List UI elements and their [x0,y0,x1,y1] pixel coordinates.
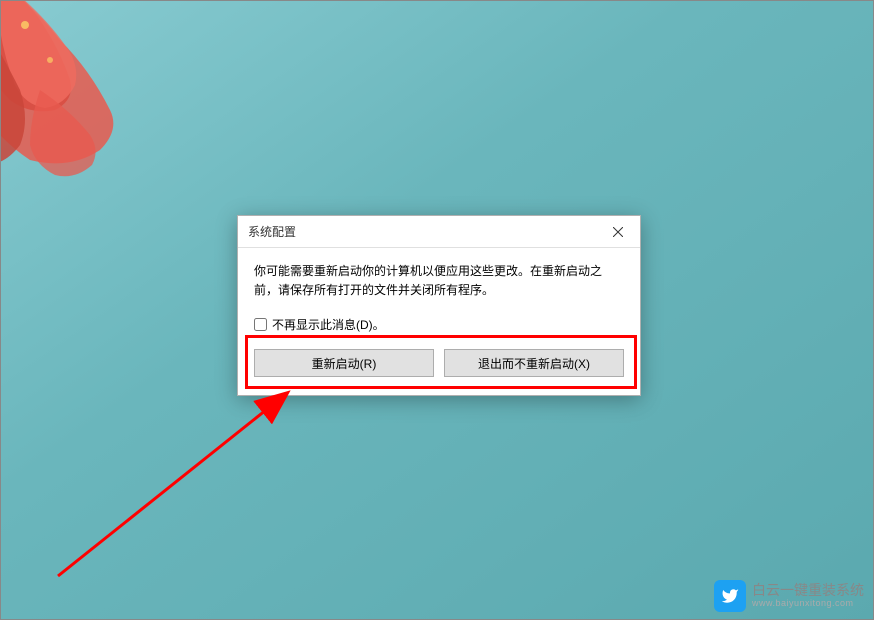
close-icon [613,227,623,237]
dialog-titlebar[interactable]: 系统配置 [238,216,640,248]
watermark: 白云一键重装系统 www.baiyunxitong.com [714,580,864,612]
watermark-text: 白云一键重装系统 www.baiyunxitong.com [752,583,864,608]
dont-show-again-checkbox[interactable] [254,318,267,331]
watermark-icon [714,580,746,612]
exit-no-restart-button[interactable]: 退出而不重新启动(X) [444,349,624,377]
watermark-main-text: 白云一键重装系统 [752,583,864,598]
dialog-message: 你可能需要重新启动你的计算机以便应用这些更改。在重新启动之前，请保存所有打开的文… [254,262,624,300]
dialog-body: 你可能需要重新启动你的计算机以便应用这些更改。在重新启动之前，请保存所有打开的文… [238,248,640,395]
system-config-dialog: 系统配置 你可能需要重新启动你的计算机以便应用这些更改。在重新启动之前，请保存所… [237,215,641,396]
button-row: 重新启动(R) 退出而不重新启动(X) [254,345,624,379]
decorative-flower [0,0,200,200]
dont-show-again-row[interactable]: 不再显示此消息(D)。 [254,316,624,333]
close-button[interactable] [595,216,640,248]
watermark-sub-text: www.baiyunxitong.com [752,599,864,609]
dialog-title: 系统配置 [248,223,296,240]
bird-icon [721,587,739,605]
checkbox-label: 不再显示此消息(D)。 [272,316,385,333]
desktop-background: 系统配置 你可能需要重新启动你的计算机以便应用这些更改。在重新启动之前，请保存所… [0,0,874,620]
restart-button[interactable]: 重新启动(R) [254,349,434,377]
